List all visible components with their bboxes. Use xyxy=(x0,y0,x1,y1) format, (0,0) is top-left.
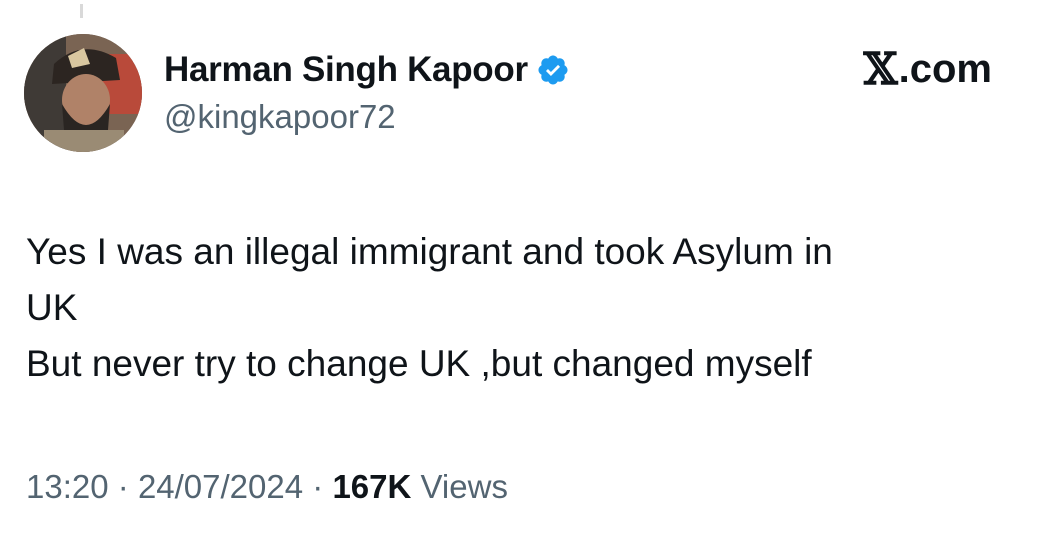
top-divider-mark xyxy=(80,4,83,18)
meta-separator: · xyxy=(312,468,324,505)
profile-photo-icon xyxy=(24,34,142,152)
tweet-time[interactable]: 13:20 xyxy=(26,468,109,505)
x-logo-icon: 𝕏 xyxy=(863,43,898,95)
author-display-name[interactable]: Harman Singh Kapoor xyxy=(164,50,528,90)
meta-separator: · xyxy=(117,468,129,505)
tweet-date[interactable]: 24/07/2024 xyxy=(138,468,303,505)
views-label: Views xyxy=(420,468,508,505)
views-count: 167K xyxy=(332,468,412,505)
brand-logo: 𝕏 .com xyxy=(864,47,993,92)
author-handle[interactable]: @kingkapoor72 xyxy=(164,98,396,136)
tweet-meta: 13:20 · 24/07/2024 · 167K Views xyxy=(26,468,508,506)
avatar[interactable] xyxy=(24,34,142,152)
tweet-line: But never try to change UK ,but changed … xyxy=(26,343,812,384)
verified-badge-icon xyxy=(536,53,570,87)
tweet-text: Yes I was an illegal immigrant and took … xyxy=(26,224,1016,392)
tweet-line: UK xyxy=(26,287,78,328)
author-name-row: Harman Singh Kapoor xyxy=(164,50,570,90)
brand-suffix: .com xyxy=(898,47,992,91)
tweet-line: Yes I was an illegal immigrant and took … xyxy=(26,231,833,272)
